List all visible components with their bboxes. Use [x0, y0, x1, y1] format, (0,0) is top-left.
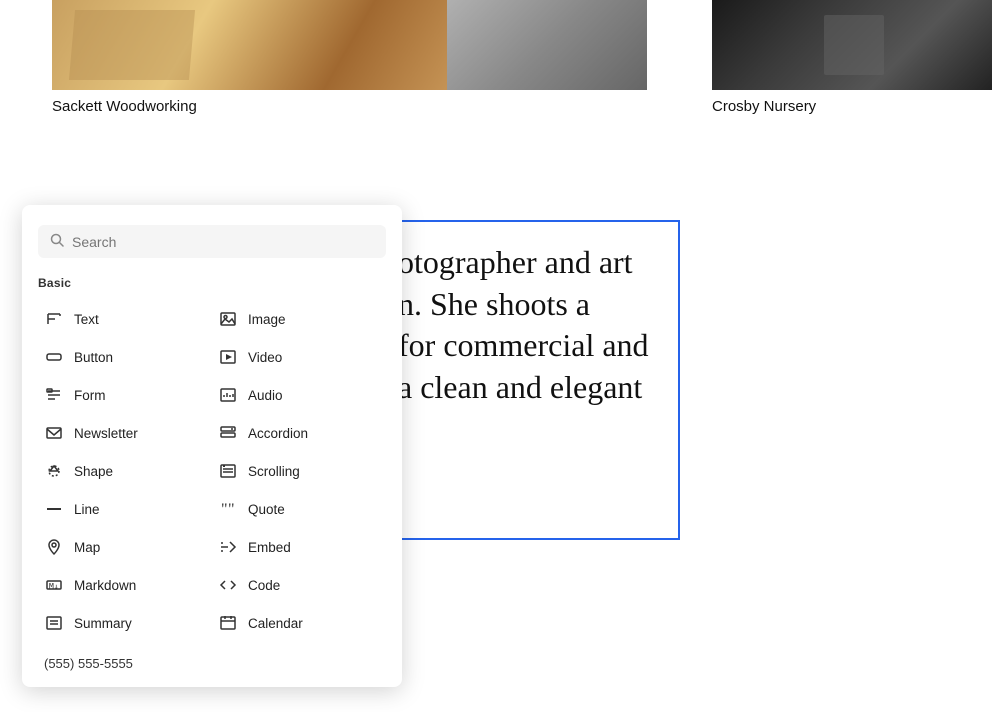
item-line[interactable]: Line	[38, 490, 212, 528]
search-container[interactable]	[38, 225, 386, 258]
item-code[interactable]: Code	[212, 566, 386, 604]
calendar-icon	[218, 613, 238, 633]
item-scrolling[interactable]: Scrolling	[212, 452, 386, 490]
svg-text:": "	[221, 501, 228, 518]
item-video[interactable]: Video	[212, 338, 386, 376]
item-code-label: Code	[248, 578, 280, 593]
item-video-label: Video	[248, 350, 282, 365]
item-text-label: Text	[74, 312, 99, 327]
item-form-label: Form	[74, 388, 106, 403]
search-input[interactable]	[72, 234, 374, 250]
button-icon	[44, 347, 64, 367]
item-newsletter[interactable]: Newsletter	[38, 414, 212, 452]
video-icon	[218, 347, 238, 367]
code-icon	[218, 575, 238, 595]
section-label: Basic	[38, 276, 386, 290]
item-newsletter-label: Newsletter	[74, 426, 138, 441]
item-form[interactable]: Form	[38, 376, 212, 414]
item-accordion-label: Accordion	[248, 426, 308, 441]
item-scrolling-label: Scrolling	[248, 464, 300, 479]
embed-icon	[218, 537, 238, 557]
image-icon	[218, 309, 238, 329]
item-map[interactable]: Map	[38, 528, 212, 566]
scrolling-icon	[218, 461, 238, 481]
item-audio[interactable]: Audio	[212, 376, 386, 414]
item-image-label: Image	[248, 312, 286, 327]
item-shape[interactable]: Shape	[38, 452, 212, 490]
newsletter-icon	[44, 423, 64, 443]
content-text: otographer and art n. She shoots a for c…	[398, 242, 662, 408]
item-audio-label: Audio	[248, 388, 283, 403]
phone-number: (555) 555-5555	[38, 650, 386, 671]
shape-icon	[44, 461, 64, 481]
item-line-label: Line	[74, 502, 100, 517]
item-summary-label: Summary	[74, 616, 132, 631]
content-text-area: otographer and art n. She shoots a for c…	[380, 220, 680, 540]
item-shape-label: Shape	[74, 464, 113, 479]
markdown-icon: M↓	[44, 575, 64, 595]
audio-icon	[218, 385, 238, 405]
item-quote-label: Quote	[248, 502, 285, 517]
item-button[interactable]: Button	[38, 338, 212, 376]
search-icon	[50, 233, 64, 250]
quote-icon: " "	[218, 499, 238, 519]
item-calendar[interactable]: Calendar	[212, 604, 386, 642]
item-markdown[interactable]: M↓ Markdown	[38, 566, 212, 604]
item-map-label: Map	[74, 540, 100, 555]
item-markdown-label: Markdown	[74, 578, 136, 593]
line-icon	[44, 499, 64, 519]
item-calendar-label: Calendar	[248, 616, 303, 631]
text-icon	[44, 309, 64, 329]
items-grid: Text Image	[38, 300, 386, 642]
map-icon	[44, 537, 64, 557]
summary-icon	[44, 613, 64, 633]
item-accordion[interactable]: Accordion	[212, 414, 386, 452]
widget-panel: Basic Text	[22, 205, 402, 687]
item-embed-label: Embed	[248, 540, 291, 555]
item-quote[interactable]: " " Quote	[212, 490, 386, 528]
form-icon	[44, 385, 64, 405]
item-image[interactable]: Image	[212, 300, 386, 338]
item-button-label: Button	[74, 350, 113, 365]
gallery-right-title: Crosby Nursery	[712, 98, 816, 115]
svg-text:M↓: M↓	[49, 582, 59, 591]
svg-text:": "	[228, 501, 235, 518]
item-embed[interactable]: Embed	[212, 528, 386, 566]
accordion-icon	[218, 423, 238, 443]
gallery-left-title: Sackett Woodworking	[52, 98, 197, 115]
item-summary[interactable]: Summary	[38, 604, 212, 642]
item-text[interactable]: Text	[38, 300, 212, 338]
